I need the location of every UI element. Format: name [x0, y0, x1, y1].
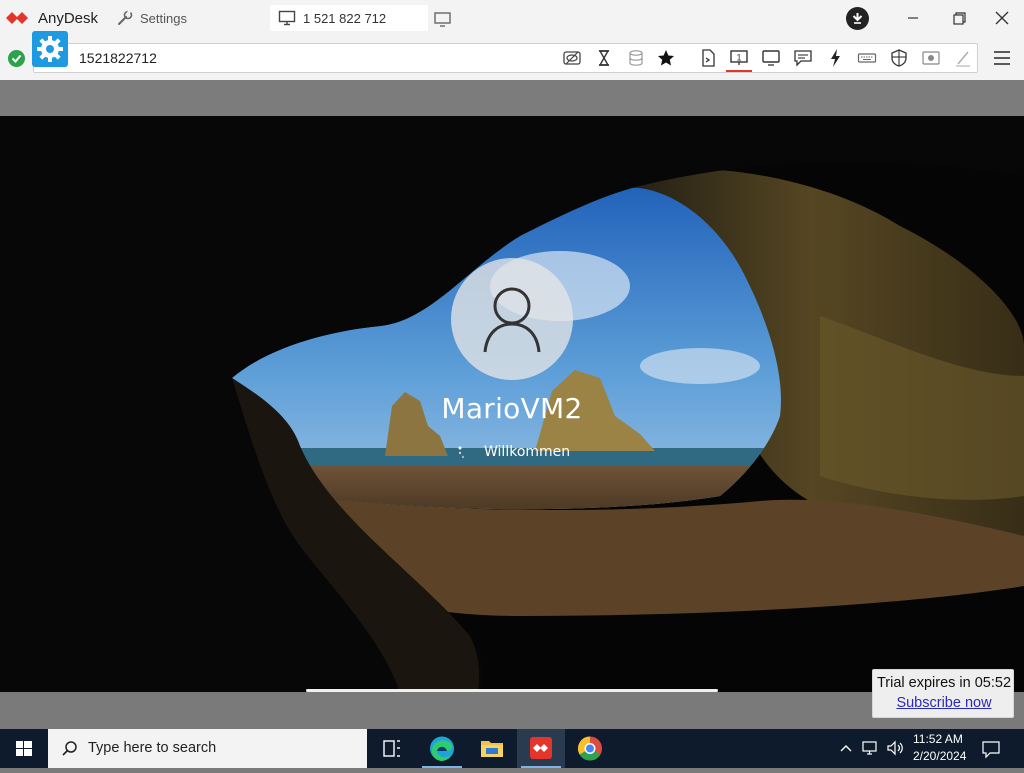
taskbar-search-box[interactable]: Type here to search — [48, 729, 367, 768]
chat-button[interactable] — [793, 48, 813, 68]
tab-settings-label: Settings — [140, 10, 187, 26]
storage-button[interactable] — [626, 48, 646, 68]
tab-remote-label: 1 521 822 712 — [303, 10, 387, 26]
search-placeholder: Type here to search — [88, 740, 217, 756]
anydesk-titlebar: AnyDesk Settings 1 521 822 712 — [0, 0, 1024, 36]
remote-letterbox-bottom — [0, 692, 1024, 729]
display-icon — [762, 50, 780, 66]
edge-icon — [430, 736, 454, 761]
close-button[interactable] — [987, 6, 1017, 30]
database-icon — [629, 50, 643, 66]
remote-lock-screen[interactable]: MarioVM2 Willkommen — [0, 116, 1024, 692]
clock-date[interactable]: 2/20/2024 — [913, 749, 966, 763]
app-name: AnyDesk — [38, 9, 99, 27]
shield-icon — [891, 49, 907, 67]
record-icon — [922, 51, 940, 65]
notifications-button[interactable] — [981, 739, 1001, 759]
pen-icon — [956, 51, 970, 67]
whiteboard-button[interactable] — [953, 48, 973, 68]
chevron-up-icon — [840, 745, 852, 752]
windows-logo-icon — [16, 741, 32, 756]
clock-time[interactable]: 11:52 AM — [913, 732, 963, 746]
loading-spinner — [456, 445, 465, 461]
username-label: MarioVM2 — [441, 392, 583, 425]
file-transfer-icon — [702, 49, 715, 67]
remote-letterbox-top — [0, 80, 1024, 116]
session-timer-button[interactable] — [594, 48, 614, 68]
active-indicator — [726, 70, 752, 72]
tab-remote-session[interactable]: 1 521 822 712 — [270, 5, 428, 31]
address-text[interactable]: 1521822712 — [79, 50, 157, 66]
chrome-taskbar-button[interactable] — [566, 729, 614, 768]
permissions-button[interactable] — [889, 48, 909, 68]
remote-loading-bar — [306, 689, 718, 692]
svg-text:1: 1 — [736, 53, 741, 63]
subscribe-link[interactable]: Subscribe now — [873, 695, 1015, 711]
spinner-dots-icon — [458, 446, 465, 459]
close-icon — [995, 11, 1009, 25]
chat-icon — [794, 50, 812, 67]
volume-tray-button[interactable] — [885, 739, 905, 757]
check-circle-icon — [11, 54, 22, 63]
keyboard-button[interactable] — [857, 48, 877, 68]
gear-icon — [37, 36, 63, 62]
new-session-monitor-icon — [434, 12, 451, 27]
install-download-button[interactable] — [846, 7, 869, 30]
welcome-text: Willkommen — [484, 444, 571, 460]
monitor-select-button[interactable]: 1 — [729, 48, 749, 68]
search-icon — [62, 741, 77, 756]
wrench-icon — [118, 9, 133, 25]
privacy-button[interactable] — [562, 48, 582, 68]
privacy-eye-icon — [563, 51, 581, 65]
restore-icon — [953, 12, 966, 25]
main-menu-button[interactable] — [991, 48, 1013, 68]
favorite-button[interactable] — [656, 48, 676, 68]
hamburger-menu-icon — [994, 51, 1010, 65]
hourglass-icon — [598, 50, 610, 66]
download-icon — [852, 13, 863, 24]
tab-settings[interactable]: Settings — [110, 5, 266, 31]
user-avatar — [451, 258, 573, 380]
keyboard-icon — [857, 53, 877, 63]
file-transfer-button[interactable] — [698, 48, 718, 68]
monitor-1-icon: 1 — [730, 50, 748, 65]
display-button[interactable] — [761, 48, 781, 68]
task-view-icon — [383, 740, 400, 757]
anydesk-logo-icon — [6, 12, 28, 24]
network-tray-button[interactable] — [861, 739, 881, 757]
star-icon — [658, 50, 674, 66]
connection-status — [8, 50, 25, 67]
file-explorer-taskbar-button[interactable] — [468, 729, 516, 768]
anydesk-icon — [530, 737, 552, 759]
start-button[interactable] — [0, 729, 48, 768]
show-hidden-icons-button[interactable] — [838, 739, 854, 757]
edge-taskbar-button[interactable] — [418, 729, 466, 768]
windows-taskbar: Type here to search 11:52 AM 2/20/2024 — [0, 729, 1024, 768]
minimize-icon — [908, 17, 918, 19]
anydesk-brand: AnyDesk — [6, 8, 98, 28]
actions-button[interactable] — [826, 48, 846, 68]
record-button[interactable] — [921, 48, 941, 68]
file-explorer-icon — [481, 741, 503, 757]
minimize-button[interactable] — [898, 6, 928, 30]
trial-notice: Trial expires in 05:52 Subscribe now — [872, 669, 1014, 718]
trial-expiry-text: Trial expires in 05:52 — [876, 675, 1012, 691]
chrome-icon — [577, 736, 602, 761]
task-view-button[interactable] — [368, 729, 416, 768]
notification-icon — [982, 741, 1000, 759]
monitor-icon — [278, 10, 296, 26]
restore-button[interactable] — [944, 6, 974, 30]
network-icon — [862, 741, 877, 755]
settings-button[interactable] — [32, 31, 68, 67]
lightning-icon — [831, 49, 840, 67]
speaker-icon — [887, 740, 903, 756]
user-icon — [483, 287, 541, 353]
new-session-button[interactable] — [433, 9, 453, 29]
anydesk-taskbar-button[interactable] — [517, 729, 565, 768]
